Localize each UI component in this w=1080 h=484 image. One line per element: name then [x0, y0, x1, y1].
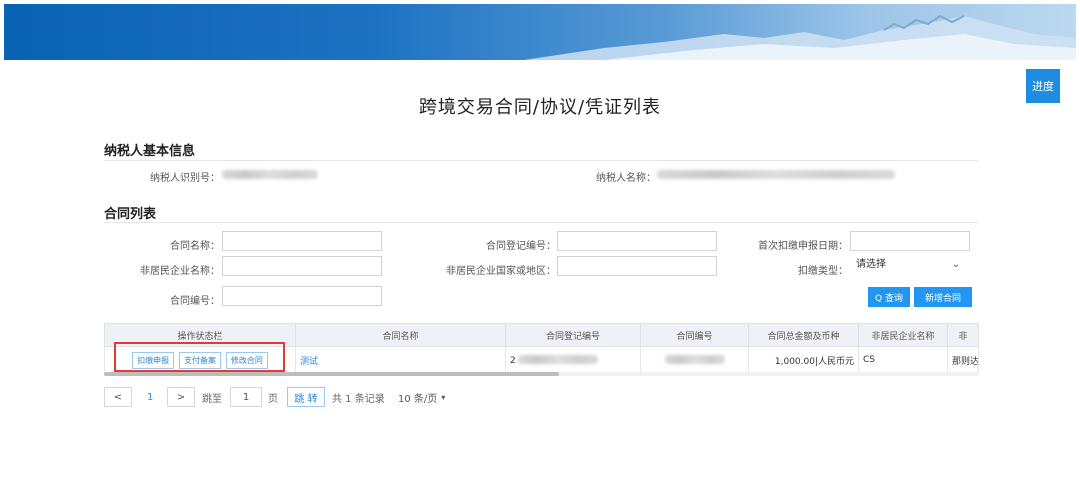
highlight-box: [114, 342, 285, 372]
reg-no-redacted: [517, 355, 598, 364]
total-records: 共 1 条记录: [332, 393, 385, 405]
jump-button[interactable]: 跳 转: [287, 387, 325, 407]
taxpayer-name-value-redacted: [657, 170, 895, 179]
filter-reg-no-label: 合同登记编号：: [486, 241, 556, 252]
column-header: 非居民企业名称: [858, 323, 948, 347]
contract-no-cell: [640, 346, 749, 374]
nonresident-cell: CS: [858, 346, 948, 374]
goto-label: 跳至: [202, 393, 222, 405]
caret-down-icon: ▾: [441, 392, 446, 402]
next-page-button[interactable]: >: [167, 387, 195, 407]
filter-nonresident-name-label: 非居民企业名称：: [140, 266, 220, 277]
mountain-illustration: [524, 14, 1076, 60]
page-size-select[interactable]: 10 条/页 ▾: [398, 387, 460, 407]
search-button[interactable]: Q 查询: [868, 287, 910, 307]
contracts-section-title: 合同列表: [104, 207, 157, 222]
filter-first-date-label: 首次扣缴申报日期：: [758, 241, 848, 252]
amount-cell: 1,000.00|人民币元: [748, 346, 859, 374]
withhold-type-value: 请选择: [856, 259, 886, 270]
contract-no-input[interactable]: [222, 286, 382, 306]
page-title: 跨境交易合同/协议/凭证列表: [418, 97, 662, 118]
taxpayer-name-label: 纳税人名称：: [596, 173, 656, 184]
column-header: 合同总金额及币种: [748, 323, 859, 347]
withhold-type-select[interactable]: 请选择 ⌄: [850, 256, 966, 276]
contract-name-cell: 测试: [295, 346, 506, 374]
section-divider: [104, 222, 978, 223]
reg-no-cell: 2: [505, 346, 641, 374]
filter-nonresident-country-label: 非居民企业国家或地区：: [446, 266, 556, 277]
reg-no-prefix: 2: [510, 356, 516, 366]
contract-name-link[interactable]: 测试: [300, 357, 318, 367]
filter-contract-name-label: 合同名称：: [170, 241, 220, 252]
filter-contract-no-label: 合同编号：: [170, 296, 220, 307]
horizontal-scrollbar[interactable]: [104, 372, 978, 376]
prev-page-button[interactable]: <: [104, 387, 132, 407]
first-date-input[interactable]: [850, 231, 970, 251]
column-header: 合同名称: [295, 323, 506, 347]
filter-withhold-type-label: 扣缴类型：: [798, 266, 848, 277]
taxpayer-id-value-redacted: [222, 170, 318, 179]
section-divider: [104, 160, 978, 161]
nonresident-country-input[interactable]: [557, 256, 717, 276]
add-contract-button[interactable]: 新增合同: [914, 287, 972, 307]
column-header: 合同登记编号: [505, 323, 641, 347]
contract-name-input[interactable]: [222, 231, 382, 251]
reg-no-input[interactable]: [557, 231, 717, 251]
page-size-value: 10 条/页: [398, 393, 438, 405]
taxpayer-id-label: 纳税人识别号：: [150, 173, 220, 184]
header-banner: [4, 4, 1076, 60]
column-header: 非: [947, 323, 979, 347]
goto-page-input[interactable]: 1: [230, 387, 262, 407]
current-page[interactable]: 1: [147, 387, 153, 407]
page-unit-label: 页: [268, 393, 278, 405]
taxpayer-section-title: 纳税人基本信息: [104, 144, 196, 159]
column-header: 合同编号: [640, 323, 749, 347]
nonresident-name-input[interactable]: [222, 256, 382, 276]
chevron-down-icon: ⌄: [951, 259, 960, 270]
extra-cell: 那则达: [947, 346, 979, 374]
contract-no-redacted: [664, 355, 725, 364]
scrollbar-thumb[interactable]: [104, 372, 559, 376]
